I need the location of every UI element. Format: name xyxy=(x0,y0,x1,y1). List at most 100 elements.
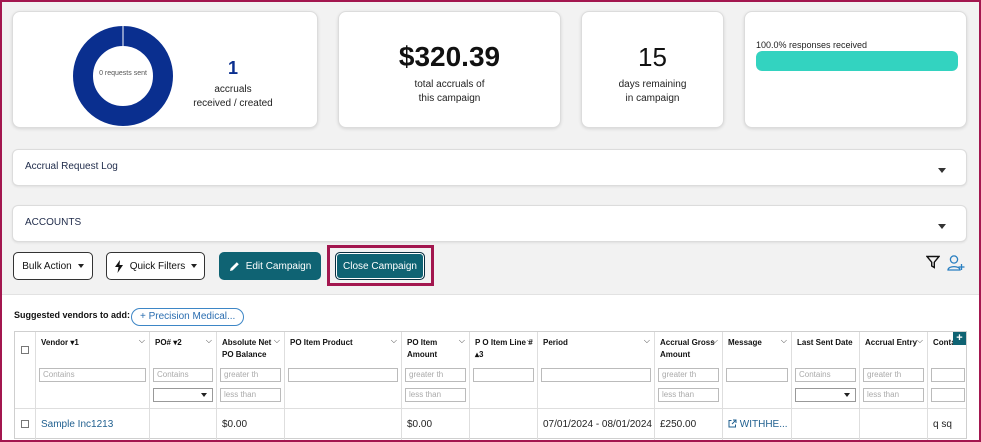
responses-progress-fill xyxy=(756,51,958,71)
po-header-label: PO# ▾2 xyxy=(155,338,182,347)
select-column xyxy=(15,332,36,440)
message-cell[interactable]: WITHHE... xyxy=(728,419,788,430)
period-header-label: Period xyxy=(543,338,568,347)
po-item-line-header-label: P O Item Line # ▴3 xyxy=(475,338,533,359)
abs-net-header[interactable]: Absolute Net PO Balance ⌵ xyxy=(217,332,284,365)
last-sent-header[interactable]: Last Sent Date xyxy=(792,332,859,365)
period-header[interactable]: Period ⌵ xyxy=(538,332,654,365)
abs-net-header-label: Absolute Net PO Balance xyxy=(222,338,272,359)
message-filter-input[interactable] xyxy=(726,368,788,382)
last-sent-column: Last Sent Date Contains xyxy=(792,332,860,440)
vendor-filter-input[interactable]: Contains xyxy=(39,368,146,382)
last-sent-filter-select[interactable] xyxy=(795,388,856,402)
accrual-request-log-title: Accrual Request Log xyxy=(25,161,118,172)
donut-label: 0 requests sent xyxy=(99,70,147,77)
last-sent-filter-input[interactable]: Contains xyxy=(795,368,856,382)
add-column-button[interactable]: + xyxy=(953,332,966,345)
contact-column: Conta q sq xyxy=(928,332,968,440)
contact-filter-input[interactable] xyxy=(931,368,965,382)
total-accruals-card: $320.39 total accruals of this campaign xyxy=(338,11,561,128)
chevron-down-icon: ⌵ xyxy=(780,336,787,345)
bulk-action-label: Bulk Action xyxy=(22,260,72,272)
contact-filter-input-2[interactable] xyxy=(931,388,965,402)
chevron-down-icon: ⌵ xyxy=(643,336,650,345)
accrual-gross-header-label: Accrual Gross Amount xyxy=(660,338,715,359)
responses-label: 100.0% responses received xyxy=(756,40,868,50)
po-item-amount-header-label: PO Item Amount xyxy=(407,338,438,359)
po-item-line-column: P O Item Line # ▴3 ⌵ xyxy=(470,332,538,440)
accrual-gross-greater-input[interactable]: greater th xyxy=(658,368,719,382)
app-frame: 0 requests sent 1 accruals received / cr… xyxy=(0,0,981,442)
vendor-cell[interactable]: Sample Inc1213 xyxy=(41,419,113,430)
caret-down-icon xyxy=(191,264,198,268)
period-filter-input[interactable] xyxy=(541,368,651,382)
days-remaining-label-line2: in campaign xyxy=(625,93,680,104)
add-user-icon[interactable] xyxy=(947,254,965,272)
responses-progress-track xyxy=(756,51,958,71)
message-header[interactable]: Message ⌵ xyxy=(723,332,791,365)
po-item-line-filter-input[interactable] xyxy=(473,368,534,382)
accrual-gross-less-input[interactable]: less than xyxy=(658,388,719,402)
abs-net-greater-input[interactable]: greater th xyxy=(220,368,281,382)
po-item-product-header[interactable]: PO Item Product ⌵ xyxy=(285,332,401,365)
accruals-count: 1 xyxy=(227,58,238,78)
accrual-entry-header[interactable]: Accrual Entry ⌵ xyxy=(860,332,927,365)
po-item-amount-less-input[interactable]: less than xyxy=(405,388,466,402)
accrual-gross-header[interactable]: Accrual Gross Amount ⌵ xyxy=(655,332,722,365)
abs-net-cell: $0.00 xyxy=(222,419,248,430)
total-accruals-amount: $320.39 xyxy=(398,41,501,72)
chevron-down-icon: ⌵ xyxy=(205,336,212,345)
po-filter-select[interactable] xyxy=(153,388,213,402)
vendor-header[interactable]: Vendor ▾1 ⌵ xyxy=(36,332,149,365)
last-sent-header-label: Last Sent Date xyxy=(797,338,853,347)
accrual-entry-header-label: Accrual Entry xyxy=(865,338,918,347)
vendor-header-label: Vendor ▾1 xyxy=(41,338,79,347)
total-accruals-label-line2: this campaign xyxy=(418,93,481,104)
po-item-amount-greater-input[interactable]: greater th xyxy=(405,368,466,382)
chevron-down-icon: ⌵ xyxy=(273,336,280,345)
responses-card: 100.0% responses received xyxy=(744,11,967,128)
contact-cell: q sq xyxy=(933,419,952,430)
message-header-label: Message xyxy=(728,338,762,347)
chevron-down-icon: ⌵ xyxy=(916,336,923,345)
po-item-product-filter-input[interactable] xyxy=(288,368,398,382)
po-filter-input[interactable]: Contains xyxy=(153,368,213,382)
po-item-amount-header[interactable]: PO Item Amount ⌵ xyxy=(402,332,469,365)
abs-net-less-input[interactable]: less than xyxy=(220,388,281,402)
suggested-vendor-chip[interactable]: + Precision Medical... xyxy=(131,308,245,326)
total-accruals-label-line1: total accruals of xyxy=(414,79,485,90)
bulk-action-button[interactable]: Bulk Action xyxy=(13,252,93,280)
accrual-entry-column: Accrual Entry ⌵ greater th less than xyxy=(860,332,928,440)
period-column: Period ⌵ 07/01/2024 - 08/01/2024 xyxy=(538,332,655,440)
po-item-product-header-label: PO Item Product xyxy=(290,338,353,347)
quick-filters-button[interactable]: Quick Filters xyxy=(106,252,205,280)
po-column: PO# ▾2 ⌵ Contains xyxy=(150,332,217,440)
row-checkbox[interactable] xyxy=(21,420,29,428)
message-column: Message ⌵ WITHHE... xyxy=(723,332,792,440)
row-divider xyxy=(15,408,966,409)
po-item-amount-column: PO Item Amount ⌵ greater th less than $0.… xyxy=(402,332,470,440)
caret-down-icon xyxy=(77,264,84,268)
po-header[interactable]: PO# ▾2 ⌵ xyxy=(150,332,216,365)
chevron-down-icon: ⌵ xyxy=(711,336,718,345)
accrual-gross-cell: £250.00 xyxy=(660,419,697,430)
accrual-entry-greater-input[interactable]: greater th xyxy=(863,368,924,382)
abs-net-column: Absolute Net PO Balance ⌵ greater th less… xyxy=(217,332,285,440)
close-campaign-label: Close Campaign xyxy=(343,260,417,272)
accruals-card: 0 requests sent 1 accruals received / cr… xyxy=(12,11,318,128)
filter-icon[interactable] xyxy=(926,255,940,269)
suggested-vendors-label: Suggested vendors to add: xyxy=(14,310,131,320)
po-item-amount-cell: $0.00 xyxy=(407,419,433,430)
po-item-line-header[interactable]: P O Item Line # ▴3 ⌵ xyxy=(470,332,537,365)
accrual-entry-less-input[interactable]: less than xyxy=(863,388,924,402)
period-cell: 07/01/2024 - 08/01/2024 xyxy=(543,419,652,430)
accounts-panel[interactable]: ACCOUNTS xyxy=(12,205,967,242)
lightning-icon xyxy=(114,259,123,273)
edit-campaign-button[interactable]: Edit Campaign xyxy=(219,252,321,280)
close-campaign-button[interactable]: Close Campaign xyxy=(335,252,425,280)
accrual-request-log-panel[interactable]: Accrual Request Log xyxy=(12,149,967,186)
accruals-label-line1: accruals xyxy=(214,84,252,95)
days-remaining-count: 15 xyxy=(638,42,667,72)
accruals-label-line2: received / created xyxy=(193,98,273,109)
select-all-checkbox[interactable] xyxy=(21,346,29,354)
